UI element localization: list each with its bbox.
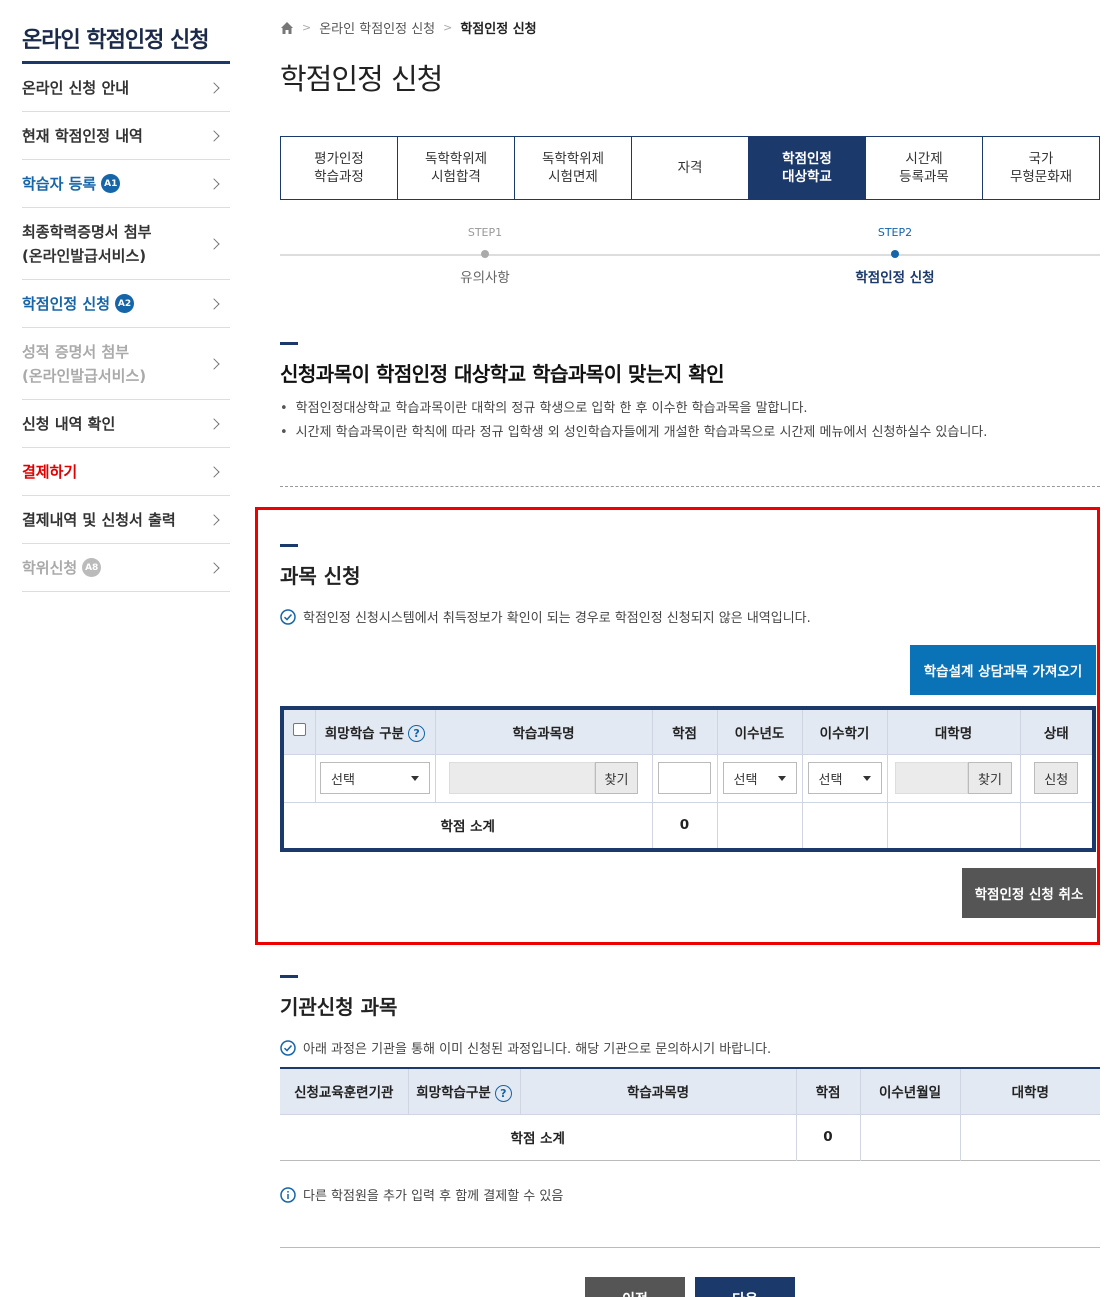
section-check: 신청과목이 학점인정 대상학교 학습과목이 맞는지 확인 학점인정대상학교 학습… — [280, 342, 987, 445]
sidebar-item-current-credits[interactable]: 현재 학점인정 내역 — [22, 112, 230, 160]
chevron-right-icon — [208, 237, 220, 250]
step-1: STEP1 유의사항 — [405, 226, 565, 286]
chevron-right-icon — [208, 417, 220, 430]
column-header: 희망학습구분? — [408, 1068, 521, 1114]
highlight-box — [255, 507, 1100, 945]
empty-cell — [960, 1113, 1100, 1160]
breadcrumb: > 온라인 학점인정 신청 > 학점인정 신청 — [280, 18, 537, 37]
divider — [280, 1247, 1100, 1248]
bullet-item: 학점인정대상학교 학습과목이란 대학의 정규 학생으로 입학 한 후 이수한 학… — [280, 397, 987, 421]
sidebar-item-label: 학점인정 신청 — [22, 294, 111, 313]
breadcrumb-current: 학점인정 신청 — [460, 22, 537, 37]
question-icon[interactable]: ? — [494, 1084, 512, 1102]
sidebar-item-diploma-attach[interactable]: 최종학력증명서 첨부 (온라인발급서비스) — [22, 208, 230, 280]
sidebar-item-payment-history[interactable]: 결제내역 및 신청서 출력 — [22, 496, 230, 544]
sidebar-item-label: 신청 내역 확인 — [22, 414, 116, 433]
sidebar-item-payment[interactable]: 결제하기 — [22, 448, 230, 496]
page-navigation: 이전 다음 — [585, 1277, 795, 1297]
chevron-right-icon — [208, 561, 220, 574]
page-title: 학점인정 신청 — [280, 62, 443, 96]
step-badge: A8 — [82, 558, 102, 577]
chevron-right-icon — [208, 357, 220, 370]
step-badge: A2 — [115, 294, 135, 313]
column-header: 신청교육훈련기관 — [280, 1068, 409, 1114]
column-header: 학점 — [796, 1068, 861, 1114]
section-institution-subjects: 기관신청 과목 아래 과정은 기관을 통해 이미 신청된 과정입니다. 해당 기… — [280, 975, 1100, 1248]
home-icon[interactable] — [280, 21, 294, 35]
chevron-right-icon — [208, 465, 220, 478]
bullet-list: 학점인정대상학교 학습과목이란 대학의 정규 학생으로 입학 한 후 이수한 학… — [280, 397, 988, 445]
info-notice: 다른 학점원을 추가 입력 후 함께 결제할 수 있음 — [280, 1185, 563, 1204]
step-badge: A1 — [101, 174, 121, 193]
step-indicator: STEP1 유의사항 STEP2 학점인정 신청 — [280, 226, 1100, 296]
breadcrumb-item[interactable]: 온라인 학점인정 신청 — [319, 18, 435, 37]
tab-self-study-pass[interactable]: 독학학위제 시험합격 — [398, 137, 515, 199]
sidebar-item-label: 성적 증명서 첨부 (온라인발급서비스) — [22, 342, 147, 385]
sidebar-item-label: 온라인 신청 안내 — [22, 78, 130, 97]
column-header: 이수년월일 — [860, 1068, 961, 1114]
sidebar-item-history[interactable]: 신청 내역 확인 — [22, 400, 230, 448]
section-title: 기관신청 과목 — [280, 995, 398, 1019]
tab-self-study-exempt[interactable]: 독학학위제 시험면제 — [515, 137, 632, 199]
step-dot — [891, 250, 899, 258]
step-number: STEP2 — [877, 226, 913, 239]
empty-cell — [860, 1113, 961, 1160]
sidebar-item-label: 학습자 등록 — [22, 174, 97, 193]
subtotal-label: 학점 소계 — [280, 1113, 797, 1160]
sidebar-item-label: 결제하기 — [22, 462, 78, 481]
subtotal-value: 0 — [796, 1113, 861, 1160]
sidebar-item-online-guide[interactable]: 온라인 신청 안내 — [22, 64, 230, 112]
chevron-right-icon: > — [443, 21, 453, 34]
tab-part-time[interactable]: 시간제 등록과목 — [866, 137, 983, 199]
sidebar-item-credit-apply[interactable]: 학점인정 신청 A2 — [22, 280, 230, 328]
chevron-right-icon — [208, 81, 220, 94]
column-header: 학습과목명 — [520, 1068, 797, 1114]
next-button[interactable]: 다음 — [695, 1277, 795, 1297]
step-number: STEP1 — [467, 226, 503, 239]
sidebar: 온라인 학점인정 신청 온라인 신청 안내 현재 학점인정 내역 학습자 등록 A… — [22, 0, 230, 592]
tab-target-school[interactable]: 학점인정 대상학교 — [749, 137, 866, 199]
step-name: 학점인정 신청 — [855, 270, 935, 286]
subtotal-row: 학점 소계 0 — [280, 1113, 1100, 1160]
sidebar-item-label: 학위신청 — [22, 558, 78, 577]
category-tabs: 평가인정 학습과정 독학학위제 시험합격 독학학위제 시험면제 자격 학점인정 … — [280, 136, 1100, 200]
check-circle-icon — [280, 1039, 296, 1056]
sidebar-item-label: 최종학력증명서 첨부 (온라인발급서비스) — [22, 222, 152, 265]
chevron-right-icon — [208, 513, 220, 526]
info-text: 다른 학점원을 추가 입력 후 함께 결제할 수 있음 — [303, 1189, 564, 1204]
sidebar-title: 온라인 학점인정 신청 — [22, 0, 230, 64]
chevron-right-icon — [208, 129, 220, 142]
step-2: STEP2 학점인정 신청 — [815, 226, 975, 286]
table-header-row: 신청교육훈련기관 희망학습구분? 학습과목명 학점 이수년월일 대학명 — [280, 1068, 1100, 1114]
sidebar-item-grade-attach[interactable]: 성적 증명서 첨부 (온라인발급서비스) — [22, 328, 230, 400]
section-title: 신청과목이 학점인정 대상학교 학습과목이 맞는지 확인 — [280, 362, 725, 386]
notice: 아래 과정은 기관을 통해 이미 신청된 과정입니다. 해당 기관으로 문의하시… — [280, 1038, 1100, 1057]
sidebar-item-degree-apply[interactable]: 학위신청 A8 — [22, 544, 230, 592]
section-marker — [280, 342, 298, 345]
chevron-right-icon — [208, 177, 220, 190]
tab-intangible-heritage[interactable]: 국가 무형문화재 — [983, 137, 1099, 199]
divider — [280, 486, 1100, 487]
chevron-right-icon: > — [302, 21, 312, 34]
step-dot — [481, 250, 489, 258]
info-icon — [280, 1186, 296, 1203]
chevron-right-icon — [208, 297, 220, 310]
tab-evaluation-course[interactable]: 평가인정 학습과정 — [281, 137, 398, 199]
step-name: 유의사항 — [460, 270, 510, 286]
prev-button[interactable]: 이전 — [585, 1277, 685, 1297]
column-header: 대학명 — [960, 1068, 1100, 1114]
tab-certificate[interactable]: 자격 — [632, 137, 749, 199]
notice-text: 아래 과정은 기관을 통해 이미 신청된 과정입니다. 해당 기관으로 문의하시… — [303, 1042, 772, 1057]
bullet-item: 시간제 학습과목이란 학칙에 따라 정규 입학생 외 성인학습자들에게 개설한 … — [280, 421, 988, 445]
step-line — [280, 254, 1100, 256]
sidebar-item-label: 결제내역 및 신청서 출력 — [22, 510, 176, 529]
sidebar-item-learner-register[interactable]: 학습자 등록 A1 — [22, 160, 230, 208]
sidebar-item-label: 현재 학점인정 내역 — [22, 126, 143, 145]
column-header-label: 희망학습구분 — [416, 1085, 491, 1101]
section-marker — [280, 975, 298, 978]
institution-subject-table: 신청교육훈련기관 희망학습구분? 학습과목명 학점 이수년월일 대학명 학점 소… — [280, 1067, 1100, 1161]
